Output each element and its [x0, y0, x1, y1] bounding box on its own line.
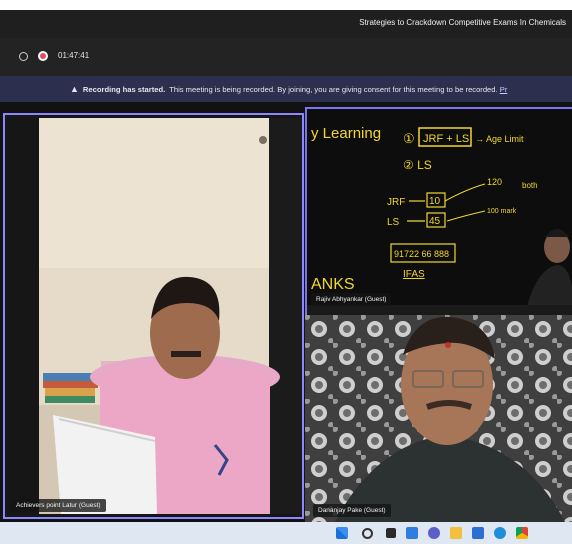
board-ls-val: 45	[429, 216, 441, 227]
video-tile-achievers[interactable]: Achievers point Latur (Guest)	[3, 113, 304, 519]
board-jrf: JRF	[387, 197, 405, 208]
video-tile-dananjay[interactable]: Dananjay Pake (Guest)	[305, 315, 572, 522]
participant-name-label: Achievers point Latur (Guest)	[11, 499, 106, 512]
banner-text: This meeting is being recorded. By joini…	[169, 85, 498, 94]
chat-icon[interactable]	[428, 527, 440, 539]
privacy-link[interactable]: Pr	[500, 85, 508, 94]
warning-icon: ▲	[70, 84, 79, 94]
participant-name-label: Rajiv Abhyankar (Guest)	[311, 293, 392, 306]
board-ls: LS	[387, 217, 400, 228]
board-l1-box: JRF + LS	[423, 133, 469, 145]
recording-banner: ▲ Recording has started. This meeting is b…	[0, 76, 572, 102]
video-feed	[305, 315, 572, 522]
edge-icon[interactable]	[494, 527, 506, 539]
title-bar: Strategies to Crackdown Competitive Exam…	[0, 10, 572, 38]
meeting-toolbar: 01:47:41	[0, 38, 572, 76]
board-mark: 100 mark	[487, 208, 517, 215]
banner-bold: Recording has started.	[82, 85, 166, 94]
meeting-timer: 01:47:41	[58, 51, 90, 60]
circle-icon[interactable]	[19, 52, 28, 61]
board-l2: ② LS	[403, 158, 432, 172]
video-feed	[5, 115, 302, 517]
window-title: Strategies to Crackdown Competitive Exam…	[359, 18, 566, 27]
banner-content: ▲ Recording has started. This meeting is b…	[70, 84, 507, 94]
taskbar	[0, 522, 572, 544]
chrome-icon[interactable]	[516, 527, 528, 539]
board-120: 120	[487, 177, 502, 187]
windows-icon[interactable]	[336, 527, 348, 539]
video-stage: Achievers point Latur (Guest) y Learning…	[0, 102, 572, 522]
board-heading: y Learning	[311, 125, 381, 142]
board-phone: 91722 66 888	[394, 249, 449, 259]
board-jrf-val: 10	[429, 196, 441, 207]
video-tile-rajiv[interactable]: y Learning ① JRF + LS → Age Limit ② LS J…	[305, 107, 572, 317]
search-icon[interactable]	[362, 528, 373, 539]
board-ifas: IFAS	[403, 269, 425, 280]
board-footer: ANKS	[311, 276, 355, 293]
participant-name-label: Dananjay Pake (Guest)	[313, 504, 391, 517]
widgets-icon[interactable]	[406, 527, 418, 539]
file-explorer-icon[interactable]	[450, 527, 462, 539]
whiteboard-feed: y Learning ① JRF + LS → Age Limit ② LS J…	[307, 109, 572, 315]
store-icon[interactable]	[472, 527, 484, 539]
task-view-icon[interactable]	[386, 528, 396, 538]
recording-icon	[38, 51, 48, 61]
top-strip	[0, 0, 572, 10]
board-l1-note: → Age Limit	[475, 134, 524, 144]
board-l1-num: ①	[403, 131, 415, 146]
board-both: both	[522, 181, 538, 190]
